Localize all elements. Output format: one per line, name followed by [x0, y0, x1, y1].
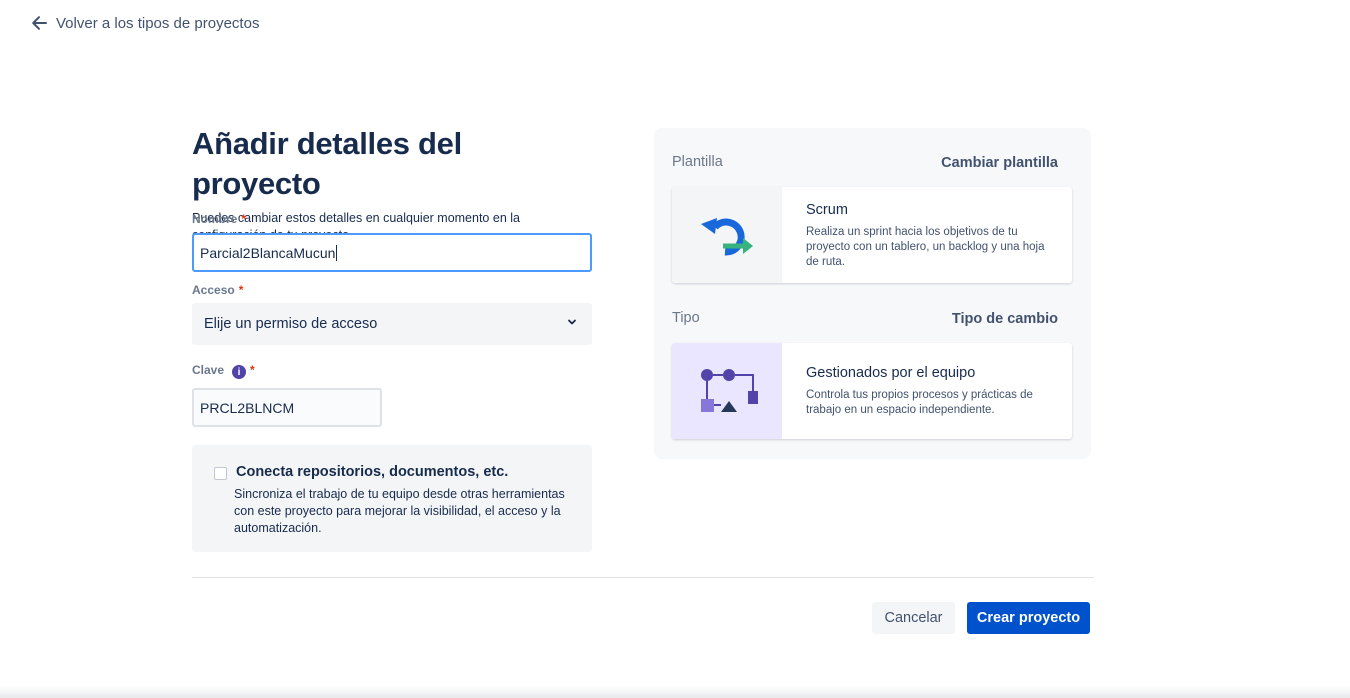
- acceso-label: Acceso *: [192, 283, 243, 297]
- arrow-left-icon: [30, 14, 48, 32]
- project-details-header: Añadir detalles del proyecto Puedes camb…: [192, 124, 592, 244]
- template-card-title: Scrum: [806, 202, 848, 218]
- clave-input[interactable]: PRCL2BLNCM: [192, 388, 382, 427]
- nombre-input-value: Parcial2BlancaMucun: [200, 244, 336, 261]
- bottom-shadow: [0, 686, 1350, 698]
- nombre-input[interactable]: Parcial2BlancaMucun: [192, 233, 592, 272]
- page-title: Añadir detalles del proyecto: [192, 126, 462, 201]
- back-to-project-types-link[interactable]: Volver a los tipos de proyectos: [30, 14, 259, 32]
- create-project-button[interactable]: Crear proyecto: [967, 602, 1090, 634]
- connect-repositories-option: Conecta repositorios, documentos, etc. S…: [192, 445, 592, 552]
- clave-label: Clave i *: [192, 361, 255, 379]
- plantilla-label: Plantilla: [672, 154, 723, 170]
- text-caret: [336, 244, 338, 261]
- info-icon[interactable]: i: [232, 365, 247, 379]
- template-card-description: Realiza un sprint hacia los objetivos de…: [806, 226, 1045, 268]
- type-card-title: Gestionados por el equipo: [806, 365, 976, 381]
- type-card-team-managed: Gestionados por el equipo Controla tus p…: [672, 343, 1072, 439]
- acceso-select-value: Elije un permiso de acceso: [204, 316, 378, 332]
- back-link-label: Volver a los tipos de proyectos: [56, 14, 260, 32]
- acceso-label-text: Acceso: [192, 283, 235, 297]
- type-card-description: Controla tus propios procesos y práctica…: [806, 389, 1033, 416]
- clave-input-value: PRCL2BLNCM: [200, 399, 295, 416]
- connect-checkbox[interactable]: [214, 467, 227, 480]
- connect-description: Sincroniza el trabajo de tu equipo desde…: [234, 487, 565, 535]
- chevron-down-icon: [566, 315, 578, 333]
- template-panel: Plantilla Cambiar plantilla Scrum Realiz…: [654, 128, 1091, 459]
- template-card-scrum: Scrum Realiza un sprint hacia los objeti…: [672, 187, 1072, 283]
- team-managed-icon: [672, 343, 782, 439]
- connect-title: Conecta repositorios, documentos, etc.: [236, 464, 509, 480]
- required-marker: *: [241, 212, 247, 226]
- change-type-link[interactable]: Tipo de cambio: [952, 311, 1058, 327]
- nombre-label-text: Nombre: [192, 212, 238, 226]
- required-marker: *: [238, 283, 244, 297]
- clave-label-text: Clave: [192, 363, 225, 377]
- acceso-select[interactable]: Elije un permiso de acceso: [192, 303, 592, 345]
- required-marker: *: [250, 363, 255, 377]
- tipo-label: Tipo: [672, 310, 700, 326]
- cancel-button[interactable]: Cancelar: [872, 602, 955, 634]
- scrum-cycle-icon: [672, 187, 782, 283]
- footer-divider: [192, 577, 1094, 578]
- nombre-label: Nombre *: [192, 212, 246, 226]
- change-template-link[interactable]: Cambiar plantilla: [941, 155, 1058, 171]
